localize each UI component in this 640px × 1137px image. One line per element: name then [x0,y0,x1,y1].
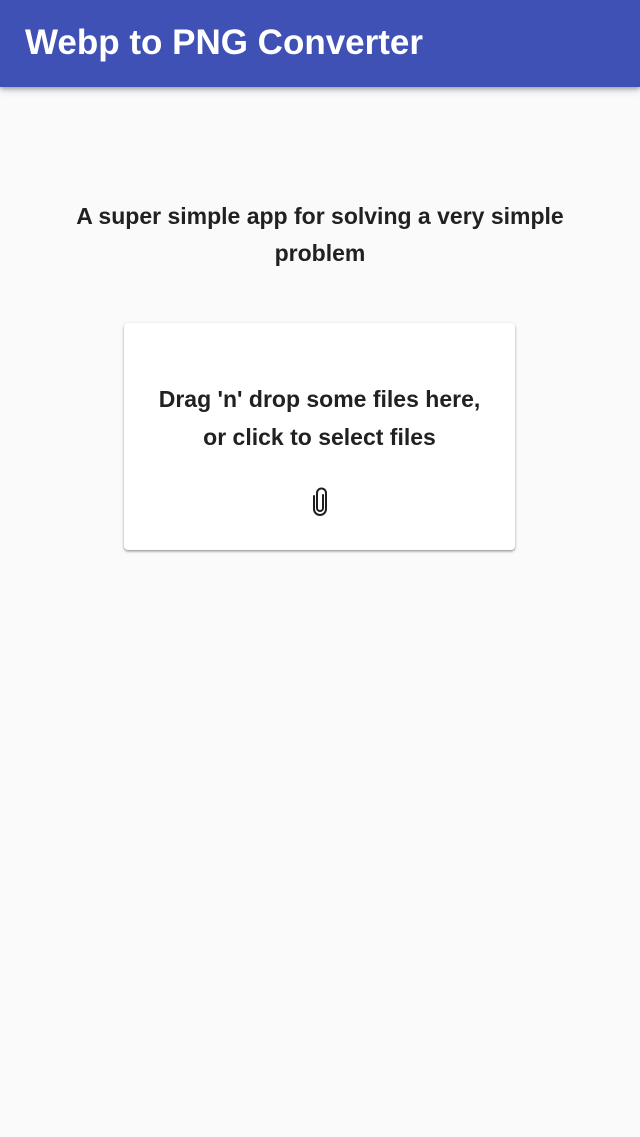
paperclip-icon [313,487,327,516]
app-subtitle: A super simple app for solving a very si… [76,203,564,266]
dropzone-instructions: Drag 'n' drop some files here, or click … [124,380,515,456]
app-bar: Webp to PNG Converter [0,0,640,87]
file-dropzone[interactable]: Drag 'n' drop some files here, or click … [124,323,515,550]
main-content: A super simple app for solving a very si… [0,87,640,1137]
app-title: Webp to PNG Converter [25,23,424,62]
dropzone-line-2: or click to select files [203,424,436,450]
dropzone-line-1: Drag 'n' drop some files here, [158,386,481,412]
